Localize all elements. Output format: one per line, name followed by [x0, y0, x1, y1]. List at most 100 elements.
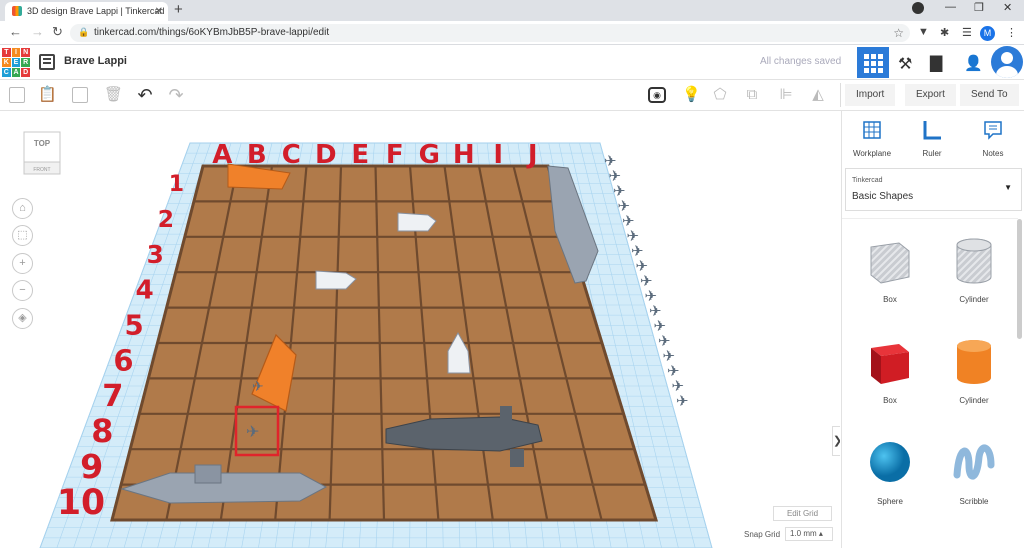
row-number-2[interactable]: 2	[158, 205, 174, 233]
new-tab-button[interactable]: +	[174, 1, 183, 18]
duplicate-icon[interactable]	[72, 87, 88, 103]
view-cube[interactable]: TOP FRONT	[20, 128, 64, 176]
export-button[interactable]: Export	[905, 84, 956, 106]
panel-scrollbar[interactable]	[1017, 219, 1022, 339]
3d-view-grid-button[interactable]	[857, 47, 889, 78]
shape-box-hole[interactable]: Box	[850, 233, 930, 304]
column-letter-D[interactable]: D	[315, 140, 337, 170]
group-icon[interactable]: ⧉	[744, 87, 760, 103]
column-letter-B[interactable]: B	[247, 140, 267, 170]
paste-icon[interactable]: 📋	[38, 87, 57, 103]
zoom-out-icon[interactable]: −	[12, 280, 33, 301]
row-number-4[interactable]: 4	[136, 276, 154, 306]
row-number-5[interactable]: 5	[124, 309, 143, 342]
window-close-icon[interactable]: ✕	[1003, 1, 1012, 14]
logo-letter: D	[21, 68, 30, 77]
view-cube-top-label: TOP	[34, 139, 51, 148]
shape-sphere[interactable]: Sphere	[850, 435, 930, 506]
row-number-10[interactable]: 10	[57, 483, 105, 523]
battleship-tower	[194, 464, 222, 484]
align-icon[interactable]: ⊫	[778, 87, 794, 103]
shape-scribble[interactable]: Scribble	[934, 435, 1014, 506]
column-letter-I[interactable]: I	[493, 140, 503, 170]
snap-grid-select[interactable]: 1.0 mm ▴	[785, 527, 833, 541]
minimize-icon[interactable]: —	[945, 1, 956, 13]
import-button[interactable]: Import	[845, 84, 896, 106]
airplane-on-inflatable[interactable]: ✈	[252, 379, 264, 395]
workplane-scene[interactable]: ABCDEFGHIJ 12345678910 ✈✈✈✈✈✈✈✈✈✈✈✈✈✈✈✈✈…	[0, 111, 840, 548]
add-user-icon[interactable]: 👤	[964, 54, 983, 72]
column-letter-E[interactable]: E	[351, 140, 369, 170]
reload-icon[interactable]: ↻	[52, 24, 63, 40]
shape-box[interactable]: Box	[850, 334, 930, 405]
browser-tab-strip: 3D design Brave Lappi | Tinkercad ✕ + — …	[0, 0, 1024, 21]
shape-library-select[interactable]: Tinkercad Basic Shapes ▼	[845, 168, 1022, 211]
browser-menu-icon[interactable]: ⋮	[1006, 26, 1017, 39]
design-menu-icon[interactable]	[39, 54, 55, 70]
user-avatar[interactable]	[991, 46, 1023, 78]
column-letter-C[interactable]: C	[282, 140, 301, 170]
notes-tool[interactable]: Notes	[963, 119, 1023, 158]
3d-workplane-viewport[interactable]: ABCDEFGHIJ 1 2 3 4 5 6 7 8 9 10 ✈ ✈ ✈ ✈ ✈ ✈ ✈ ✈ ✈ ✈ ✈ ✈ ✈ ✈ ✈ ✈ ✈…	[0, 111, 840, 548]
bookmark-star-icon[interactable]: ☆	[893, 24, 904, 42]
shape-grid: Box Cylinder Box Cylinder Sphere Scribbl…	[842, 218, 1018, 548]
row-number-7[interactable]: 7	[102, 379, 123, 414]
row-number-1[interactable]: 1	[169, 172, 184, 197]
design-title[interactable]: Brave Lappi	[64, 55, 127, 67]
submarine-tower	[500, 406, 512, 420]
lightbulb-icon[interactable]: 💡	[682, 87, 701, 103]
workplane-tool[interactable]: Workplane	[842, 119, 902, 158]
submarine-fin	[510, 449, 524, 467]
edit-toolbar: 📋 🗑 ↶ ↷ ◉ 💡 ⬠ ⧉ ⊫ ◭ Import Export Send T…	[0, 80, 1024, 111]
copy-icon[interactable]	[9, 87, 25, 103]
shape-cylinder-hole[interactable]: Cylinder	[934, 233, 1014, 304]
profile-avatar[interactable]: M	[980, 26, 995, 41]
column-letter-F[interactable]: F	[386, 140, 404, 170]
notes-visibility-icon[interactable]: ◉	[648, 87, 666, 103]
mirror-icon[interactable]: ◭	[810, 87, 826, 103]
tinkercad-logo[interactable]: T I N K E R C A D	[2, 48, 30, 77]
puzzle-extensions-icon[interactable]: ✱	[940, 26, 949, 39]
column-letter-J[interactable]: J	[526, 140, 538, 170]
column-letter-H[interactable]: H	[453, 140, 475, 170]
logo-letter: A	[11, 68, 21, 77]
logo-letter: C	[2, 68, 11, 77]
shape-cylinder[interactable]: Cylinder	[934, 334, 1014, 405]
browser-tab[interactable]: 3D design Brave Lappi | Tinkercad ✕	[5, 2, 168, 21]
row-number-6[interactable]: 6	[113, 343, 133, 377]
send-to-button[interactable]: Send To	[960, 84, 1019, 106]
zoom-in-icon[interactable]: +	[12, 253, 33, 274]
back-arrow-icon[interactable]: ←	[9, 24, 22, 39]
solid-icon[interactable]: ⬠	[712, 87, 728, 103]
url-field[interactable]: 🔒 tinkercad.com/things/6oKYBmJbB5P-brave…	[70, 24, 910, 42]
redo-icon[interactable]: ↷	[168, 86, 184, 104]
edit-grid-button[interactable]: Edit Grid	[773, 506, 832, 521]
forward-arrow-icon[interactable]: →	[31, 24, 44, 39]
dropdown-arrow-icon: ▼	[1004, 183, 1012, 192]
collapse-panel-button[interactable]: ❯	[832, 426, 840, 456]
home-view-icon[interactable]: ⌂	[12, 198, 33, 219]
undo-icon[interactable]: ↶	[137, 86, 153, 104]
extension-icon[interactable]: ▼	[918, 26, 929, 38]
logo-letter: N	[21, 48, 30, 57]
column-letter-G[interactable]: G	[419, 140, 440, 170]
close-tab-icon[interactable]: ✕	[155, 2, 163, 21]
reading-list-icon[interactable]: ☰	[962, 26, 972, 39]
delete-icon[interactable]: 🗑	[104, 87, 123, 103]
perspective-icon[interactable]: ◈	[12, 308, 33, 329]
selected-airplane[interactable]: ✈	[246, 422, 259, 441]
bricks-icon[interactable]: ▇	[930, 53, 942, 73]
row-number-8[interactable]: 8	[91, 413, 113, 450]
maximize-icon[interactable]: ❐	[974, 1, 984, 14]
ruler-tool[interactable]: Ruler	[902, 119, 962, 158]
save-status: All changes saved	[760, 56, 842, 67]
workplane-label: Workplane	[852, 149, 892, 158]
fit-view-icon[interactable]: ⬚	[12, 225, 33, 246]
airplane-piece[interactable]: ✈	[676, 392, 689, 410]
row-number-3[interactable]: 3	[147, 240, 164, 269]
shape-name: Box	[883, 396, 897, 405]
row-number-9[interactable]: 9	[80, 447, 103, 486]
media-control-icon[interactable]	[912, 2, 924, 14]
logo-letter: I	[11, 48, 21, 57]
pickaxe-icon[interactable]: ⚒	[898, 54, 912, 74]
